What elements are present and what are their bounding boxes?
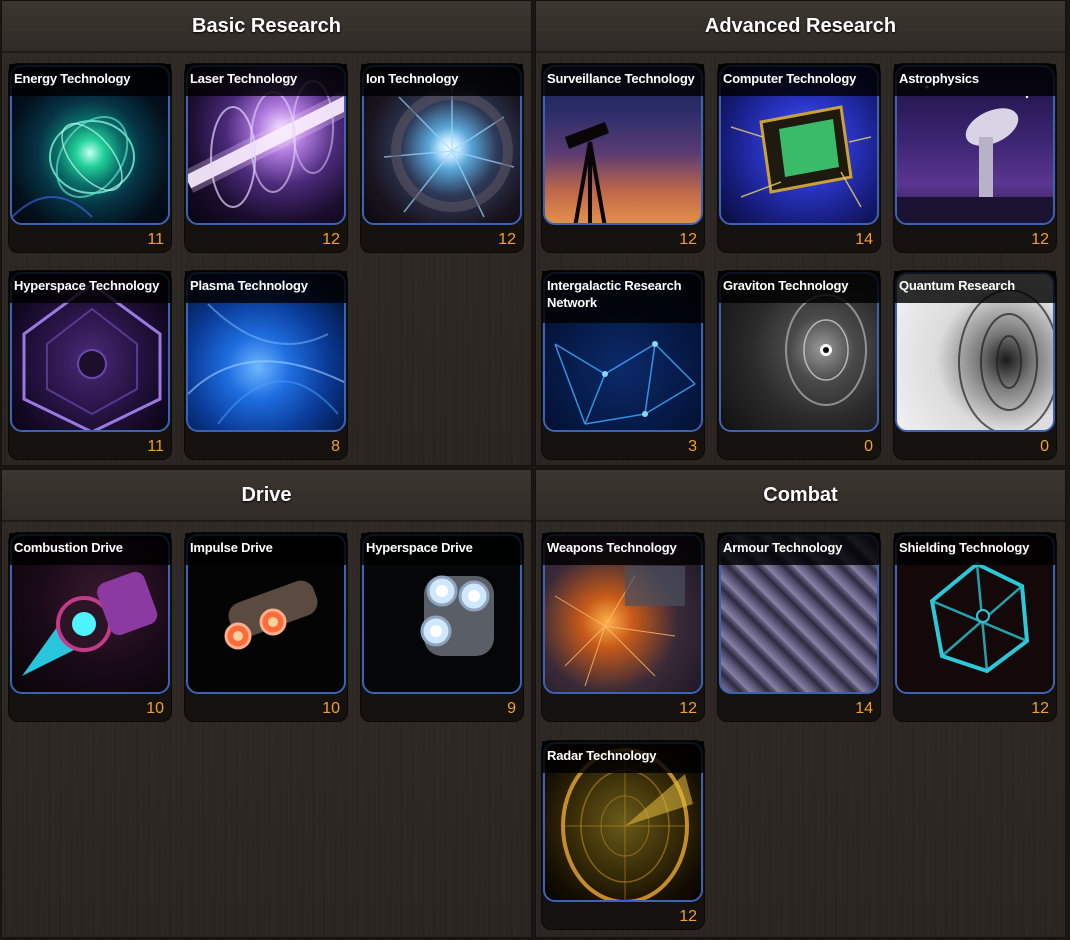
card-level: 12 xyxy=(322,231,340,248)
card-level: 0 xyxy=(1040,438,1049,455)
research-card-hyperspace-technology[interactable]: Hyperspace Technology 11 xyxy=(8,270,172,460)
card-level: 12 xyxy=(679,231,697,248)
card-level: 9 xyxy=(507,700,516,717)
card-title: Surveillance Technology xyxy=(542,64,704,96)
card-title: Combustion Drive xyxy=(9,533,171,565)
card-title: Impulse Drive xyxy=(185,533,347,565)
research-card-plasma-technology[interactable]: Plasma Technology 8 xyxy=(184,270,348,460)
card-title: Computer Technology xyxy=(718,64,880,96)
research-card-radar-technology[interactable]: Radar Technology 12 xyxy=(541,740,705,930)
research-card-astrophysics[interactable]: Astrophysics 12 xyxy=(893,63,1057,253)
card-level: 11 xyxy=(147,438,164,455)
card-title: Shielding Technology xyxy=(894,533,1056,565)
panel-title: Basic Research xyxy=(2,1,531,53)
card-title: Radar Technology xyxy=(542,741,704,773)
card-level: 12 xyxy=(679,908,697,925)
research-card-graviton-technology[interactable]: Graviton Technology 0 xyxy=(717,270,881,460)
card-title: Plasma Technology xyxy=(185,271,347,303)
research-card-armour-technology[interactable]: Armour Technology 14 xyxy=(717,532,881,722)
card-level: 8 xyxy=(331,438,340,455)
panel-title: Drive xyxy=(2,470,531,522)
card-level: 3 xyxy=(688,438,697,455)
card-level: 0 xyxy=(864,438,873,455)
research-card-combustion-drive[interactable]: Combustion Drive 10 xyxy=(8,532,172,722)
panel-title: Advanced Research xyxy=(536,1,1065,53)
card-title: Armour Technology xyxy=(718,533,880,565)
research-card-computer-technology[interactable]: Computer Technology 14 xyxy=(717,63,881,253)
card-title: Intergalactic Research Network xyxy=(542,271,704,323)
card-level: 10 xyxy=(146,700,164,717)
card-title: Quantum Research xyxy=(894,271,1056,303)
card-level: 11 xyxy=(147,231,164,248)
research-card-ion-technology[interactable]: Ion Technology 12 xyxy=(360,63,524,253)
card-title: Laser Technology xyxy=(185,64,347,96)
research-card-quantum-research[interactable]: Quantum Research 0 xyxy=(893,270,1057,460)
card-title: Hyperspace Drive xyxy=(361,533,523,565)
card-level: 12 xyxy=(1031,700,1049,717)
card-title: Weapons Technology xyxy=(542,533,704,565)
research-card-weapons-technology[interactable]: Weapons Technology 12 xyxy=(541,532,705,722)
card-level: 12 xyxy=(1031,231,1049,248)
research-card-shielding-technology[interactable]: Shielding Technology 12 xyxy=(893,532,1057,722)
card-level: 12 xyxy=(498,231,516,248)
card-title: Ion Technology xyxy=(361,64,523,96)
research-card-laser-technology[interactable]: Laser Technology 12 xyxy=(184,63,348,253)
research-card-impulse-drive[interactable]: Impulse Drive 10 xyxy=(184,532,348,722)
card-level: 12 xyxy=(679,700,697,717)
research-card-intergalactic-research-network[interactable]: Intergalactic Research Network 3 xyxy=(541,270,705,460)
card-level: 14 xyxy=(855,231,873,248)
research-card-energy-technology[interactable]: Energy Technology 11 xyxy=(8,63,172,253)
card-level: 10 xyxy=(322,700,340,717)
research-card-hyperspace-drive[interactable]: Hyperspace Drive 9 xyxy=(360,532,524,722)
research-card-surveillance-technology[interactable]: Surveillance Technology 12 xyxy=(541,63,705,253)
card-title: Hyperspace Technology xyxy=(9,271,171,303)
card-title: Graviton Technology xyxy=(718,271,880,303)
panel-title: Combat xyxy=(536,470,1065,522)
card-title: Energy Technology xyxy=(9,64,171,96)
card-title: Astrophysics xyxy=(894,64,1056,96)
card-level: 14 xyxy=(855,700,873,717)
